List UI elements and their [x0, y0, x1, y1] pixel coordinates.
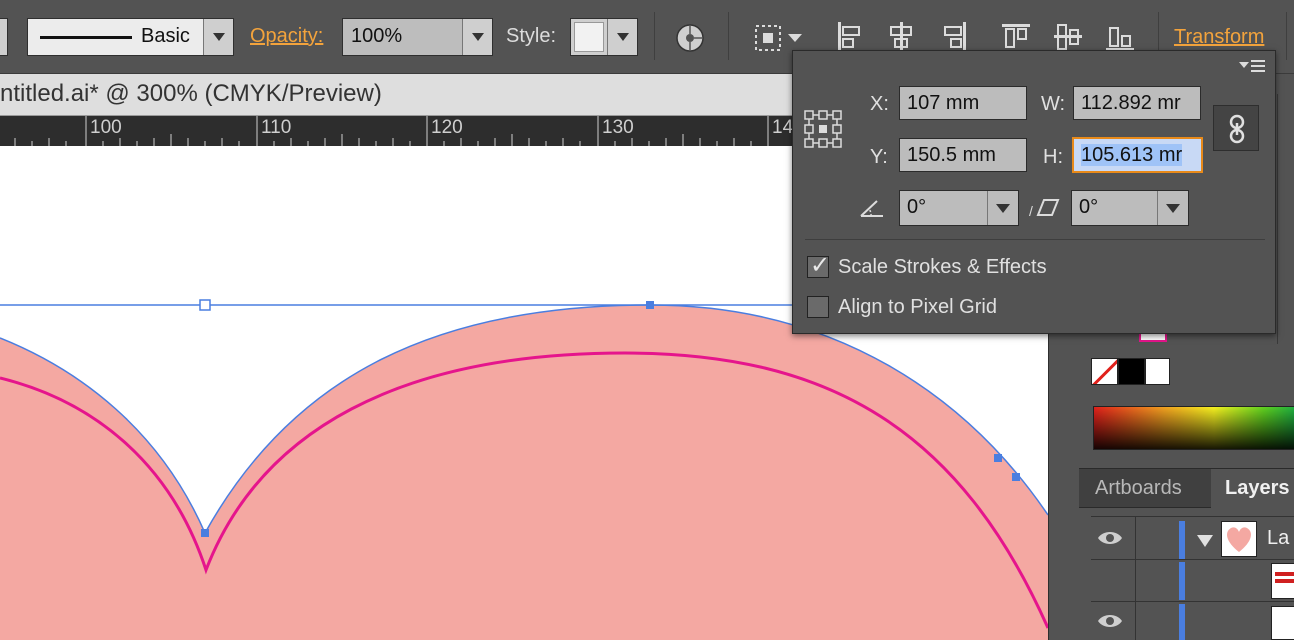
lock-column[interactable] [1135, 517, 1136, 561]
x-label: X: [870, 93, 889, 115]
transform-panel: X: 107 mm W: 112.892 mr Y: 150.5 mm H: 1… [792, 50, 1276, 334]
x-field[interactable]: 107 mm [899, 86, 1027, 120]
layer-thumbnail [1271, 606, 1294, 640]
height-value: 105.613 mr [1081, 144, 1183, 166]
y-label: Y: [870, 146, 888, 168]
layer-color-bar [1179, 521, 1185, 559]
width-field[interactable]: 112.892 mr [1073, 86, 1201, 120]
anchor-point[interactable] [994, 454, 1002, 462]
panel-menu-icon[interactable] [1239, 59, 1269, 75]
black-color-swatch[interactable] [1118, 358, 1145, 385]
layer-thumbnail [1221, 521, 1257, 557]
panel-divider [805, 239, 1265, 240]
anchor-point[interactable] [1012, 473, 1020, 481]
heart-shape[interactable] [0, 305, 1048, 640]
h-label: H: [1043, 146, 1063, 168]
y-value: 150.5 mm [907, 144, 996, 166]
ruler-label: 120 [431, 117, 463, 138]
rotate-value: 0° [907, 196, 927, 218]
anchor-point[interactable] [646, 301, 654, 309]
transform-link[interactable]: Transform [1174, 26, 1264, 49]
shear-angle-icon: / [1029, 199, 1060, 219]
align-pixel-grid-checkbox[interactable] [807, 296, 829, 318]
recolor-artwork-icon[interactable] [674, 22, 706, 59]
opacity-field[interactable]: 100% [342, 18, 493, 56]
layer-row[interactable]: La [1091, 516, 1294, 561]
width-value: 112.892 mr [1081, 92, 1181, 114]
left-edge-dropdown[interactable] [0, 18, 8, 56]
toolbar-divider [1286, 12, 1287, 60]
shear-dropdown-chevron-down-icon[interactable] [1157, 191, 1188, 225]
scale-strokes-label[interactable]: Scale Strokes & Effects [838, 256, 1047, 279]
chevron-down-icon[interactable] [203, 19, 233, 55]
y-field[interactable]: 150.5 mm [899, 138, 1027, 172]
bounding-box-handle[interactable] [199, 299, 211, 311]
rotate-angle-icon [860, 200, 883, 217]
svg-text:/: / [1029, 203, 1033, 219]
constrain-proportions-button[interactable] [1213, 105, 1259, 151]
rotate-dropdown-chevron-down-icon[interactable] [987, 191, 1018, 225]
x-value: 107 mm [907, 92, 980, 114]
toolbar-divider [728, 12, 729, 60]
sublayer-thumbnail [1271, 563, 1294, 599]
eye-icon[interactable] [1097, 529, 1123, 547]
stroke-profile-dropdown[interactable]: Basic [27, 18, 234, 56]
scale-strokes-checkbox[interactable]: ✓ [807, 252, 830, 279]
chevron-down-icon[interactable] [607, 19, 637, 55]
toolbar-divider [654, 12, 655, 60]
tab-layers[interactable]: Layers [1225, 477, 1290, 500]
layer-color-bar [1179, 562, 1185, 600]
eye-icon[interactable] [1097, 612, 1123, 630]
ruler-label: 14 [772, 117, 794, 138]
ruler-label: 130 [602, 117, 634, 138]
color-spectrum-bar[interactable] [1093, 406, 1294, 450]
opacity-label[interactable]: Opacity: [250, 25, 323, 48]
white-color-swatch[interactable] [1145, 358, 1170, 385]
ruler-label: 100 [90, 117, 122, 138]
shear-value: 0° [1079, 196, 1099, 218]
lock-column[interactable] [1135, 560, 1136, 602]
lock-column[interactable] [1135, 602, 1136, 640]
height-field[interactable]: 105.613 mr [1072, 137, 1203, 173]
style-label: Style: [506, 25, 557, 47]
chevron-down-icon[interactable] [462, 19, 492, 55]
checkmark-icon: ✓ [810, 252, 831, 279]
align-pixel-grid-label[interactable]: Align to Pixel Grid [838, 296, 997, 319]
none-color-swatch[interactable] [1091, 358, 1118, 385]
anchor-point[interactable] [201, 529, 209, 537]
layer-name[interactable]: La [1267, 527, 1289, 550]
stroke-profile-label: Basic [141, 25, 190, 47]
link-icon [1229, 114, 1245, 144]
style-swatch [574, 22, 604, 52]
opacity-value: 100% [351, 25, 403, 47]
layer-row[interactable] [1091, 602, 1294, 640]
graphic-style-dropdown[interactable] [570, 18, 638, 56]
ruler-label: 110 [261, 117, 292, 138]
w-label: W: [1041, 93, 1066, 115]
layer-color-bar [1179, 604, 1185, 640]
stroke-line-preview [40, 36, 132, 39]
panel-strip-edge [1277, 94, 1294, 344]
sublayer-row[interactable] [1091, 560, 1294, 602]
disclosure-triangle-icon[interactable] [1197, 535, 1213, 547]
reference-point-icon[interactable] [803, 109, 843, 149]
tab-artboards[interactable]: Artboards [1095, 477, 1182, 500]
panel-tab-bar: Artboards Layers [1079, 468, 1294, 509]
document-title: ntitled.ai* @ 300% (CMYK/Preview) [0, 80, 382, 107]
